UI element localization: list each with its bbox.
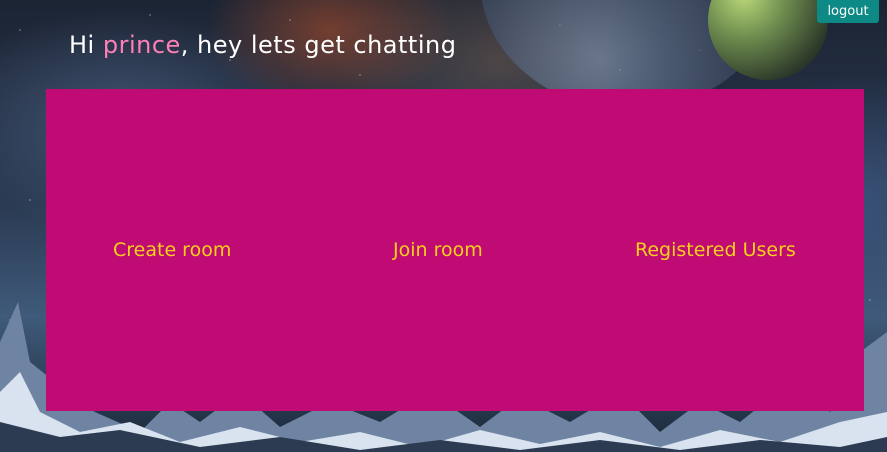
join-room-link[interactable]: Join room bbox=[393, 239, 483, 261]
create-room-link[interactable]: Create room bbox=[113, 239, 231, 261]
username: prince bbox=[102, 31, 181, 59]
page-greeting: Hi prince, hey lets get chatting bbox=[69, 31, 456, 59]
menu-panel: Create room Join room Registered Users bbox=[46, 89, 864, 411]
registered-users-link[interactable]: Registered Users bbox=[635, 239, 796, 261]
logout-button[interactable]: logout bbox=[817, 0, 879, 23]
greeting-suffix: , hey lets get chatting bbox=[180, 31, 457, 59]
greeting-prefix: Hi bbox=[69, 31, 103, 59]
